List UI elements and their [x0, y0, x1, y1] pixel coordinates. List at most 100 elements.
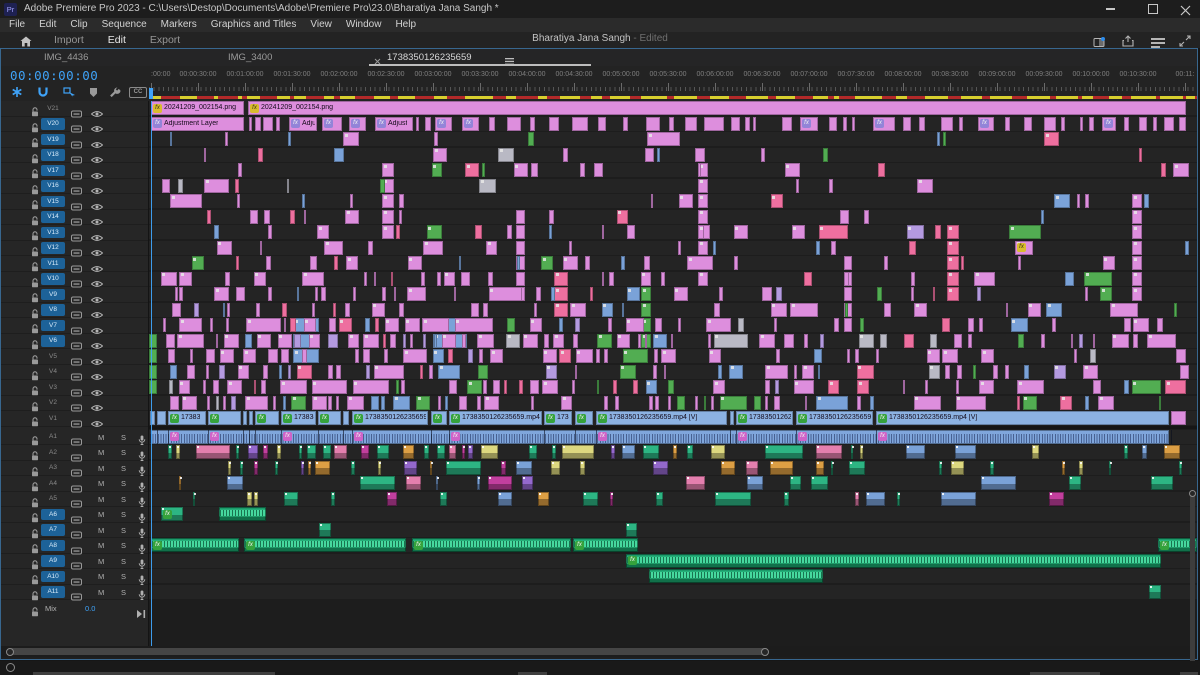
clip[interactable] — [468, 349, 472, 363]
clip[interactable] — [848, 272, 853, 286]
clip[interactable] — [328, 365, 333, 379]
clip[interactable] — [698, 163, 701, 177]
clip[interactable] — [644, 256, 650, 270]
video-lane-V18[interactable] — [149, 148, 1197, 162]
sync-lock-icon[interactable] — [71, 182, 82, 190]
clip[interactable] — [1164, 445, 1180, 459]
vertical-scrollbar[interactable] — [1189, 101, 1197, 646]
clip[interactable] — [551, 461, 560, 475]
clip[interactable] — [297, 365, 312, 379]
clip[interactable] — [1132, 272, 1142, 286]
clip[interactable] — [302, 194, 304, 208]
clip[interactable]: fx — [322, 117, 342, 131]
clip[interactable] — [281, 349, 290, 363]
clip[interactable] — [323, 445, 331, 459]
voiceover-mic-icon[interactable] — [138, 463, 146, 473]
clip[interactable] — [446, 461, 482, 475]
clip[interactable] — [350, 194, 353, 208]
clip[interactable] — [1144, 194, 1149, 208]
clip[interactable] — [284, 318, 286, 332]
clip[interactable] — [279, 365, 282, 379]
clip[interactable]: fx1738350126235659.mp4 [V] — [876, 411, 1169, 425]
clip[interactable] — [956, 380, 959, 394]
clip[interactable] — [275, 461, 279, 475]
sync-lock-icon[interactable] — [71, 433, 82, 441]
clip[interactable] — [790, 476, 801, 490]
clip[interactable] — [1017, 380, 1043, 394]
clip[interactable] — [429, 365, 433, 379]
vscroll-handle-top[interactable] — [1189, 490, 1196, 497]
clip[interactable] — [1132, 194, 1142, 208]
clip[interactable] — [430, 461, 432, 475]
mute-button[interactable]: M — [98, 526, 104, 535]
clip[interactable] — [255, 117, 261, 131]
clip[interactable] — [687, 445, 693, 459]
clip[interactable] — [771, 194, 783, 208]
track-output-eye-icon[interactable] — [91, 151, 103, 159]
clip[interactable] — [942, 318, 950, 332]
close-button[interactable] — [1180, 3, 1191, 14]
clip[interactable] — [504, 380, 507, 394]
clip[interactable] — [1005, 365, 1009, 379]
clip[interactable] — [347, 396, 364, 410]
clip[interactable] — [243, 349, 256, 363]
clip[interactable] — [363, 334, 379, 348]
track-output-eye-icon[interactable] — [91, 322, 103, 330]
clip[interactable] — [729, 365, 743, 379]
sync-lock-icon[interactable] — [71, 337, 82, 345]
clip[interactable] — [1124, 380, 1129, 394]
clip[interactable] — [396, 225, 400, 239]
track-target-A5[interactable]: A5 — [41, 493, 65, 505]
clip[interactable] — [852, 117, 855, 131]
clip[interactable] — [433, 148, 447, 162]
clip[interactable] — [677, 396, 685, 410]
clip[interactable] — [713, 241, 715, 255]
clip[interactable]: fx — [412, 538, 571, 552]
audio-lane-A5[interactable] — [149, 492, 1197, 506]
clip[interactable]: fx20241209_002154.png — [248, 101, 1186, 115]
clip[interactable] — [1049, 492, 1064, 506]
clip[interactable] — [552, 445, 556, 459]
clip[interactable] — [235, 179, 239, 193]
video-lane-V16[interactable] — [149, 179, 1197, 193]
clip[interactable] — [643, 445, 659, 459]
clip[interactable] — [686, 476, 706, 490]
clip[interactable] — [820, 334, 824, 348]
clip[interactable] — [294, 334, 301, 348]
clip[interactable] — [617, 334, 630, 348]
track-lock-icon[interactable] — [31, 166, 39, 176]
clip[interactable] — [1093, 334, 1095, 348]
clip[interactable] — [210, 318, 213, 332]
clip[interactable] — [765, 380, 770, 394]
clip[interactable] — [383, 334, 386, 348]
mute-button[interactable]: M — [98, 557, 104, 566]
clip[interactable] — [406, 476, 421, 490]
clip[interactable] — [687, 256, 712, 270]
track-target-V21[interactable]: V21 — [41, 103, 65, 115]
clip[interactable] — [268, 287, 272, 301]
clip[interactable] — [669, 117, 674, 131]
track-target-A9[interactable]: A9 — [41, 555, 65, 567]
clip[interactable] — [784, 334, 794, 348]
sync-lock-icon[interactable] — [71, 136, 82, 144]
clip[interactable] — [531, 163, 538, 177]
clip[interactable] — [977, 287, 982, 301]
voiceover-mic-icon[interactable] — [138, 494, 146, 504]
clip[interactable] — [1054, 194, 1070, 208]
clip[interactable] — [516, 241, 525, 255]
clip[interactable] — [583, 492, 597, 506]
track-lock-icon[interactable] — [31, 479, 39, 489]
clip[interactable] — [746, 461, 758, 475]
sync-lock-icon[interactable] — [71, 368, 82, 376]
clip[interactable] — [829, 117, 837, 131]
track-target-A6[interactable]: A6 — [41, 509, 65, 521]
clip[interactable] — [993, 365, 998, 379]
clip[interactable] — [695, 148, 705, 162]
clip[interactable] — [638, 334, 640, 348]
clip[interactable] — [178, 179, 183, 193]
clip[interactable] — [947, 287, 959, 301]
clip[interactable] — [170, 365, 177, 379]
clip[interactable] — [246, 318, 281, 332]
clip[interactable] — [483, 380, 486, 394]
clip[interactable] — [437, 445, 445, 459]
